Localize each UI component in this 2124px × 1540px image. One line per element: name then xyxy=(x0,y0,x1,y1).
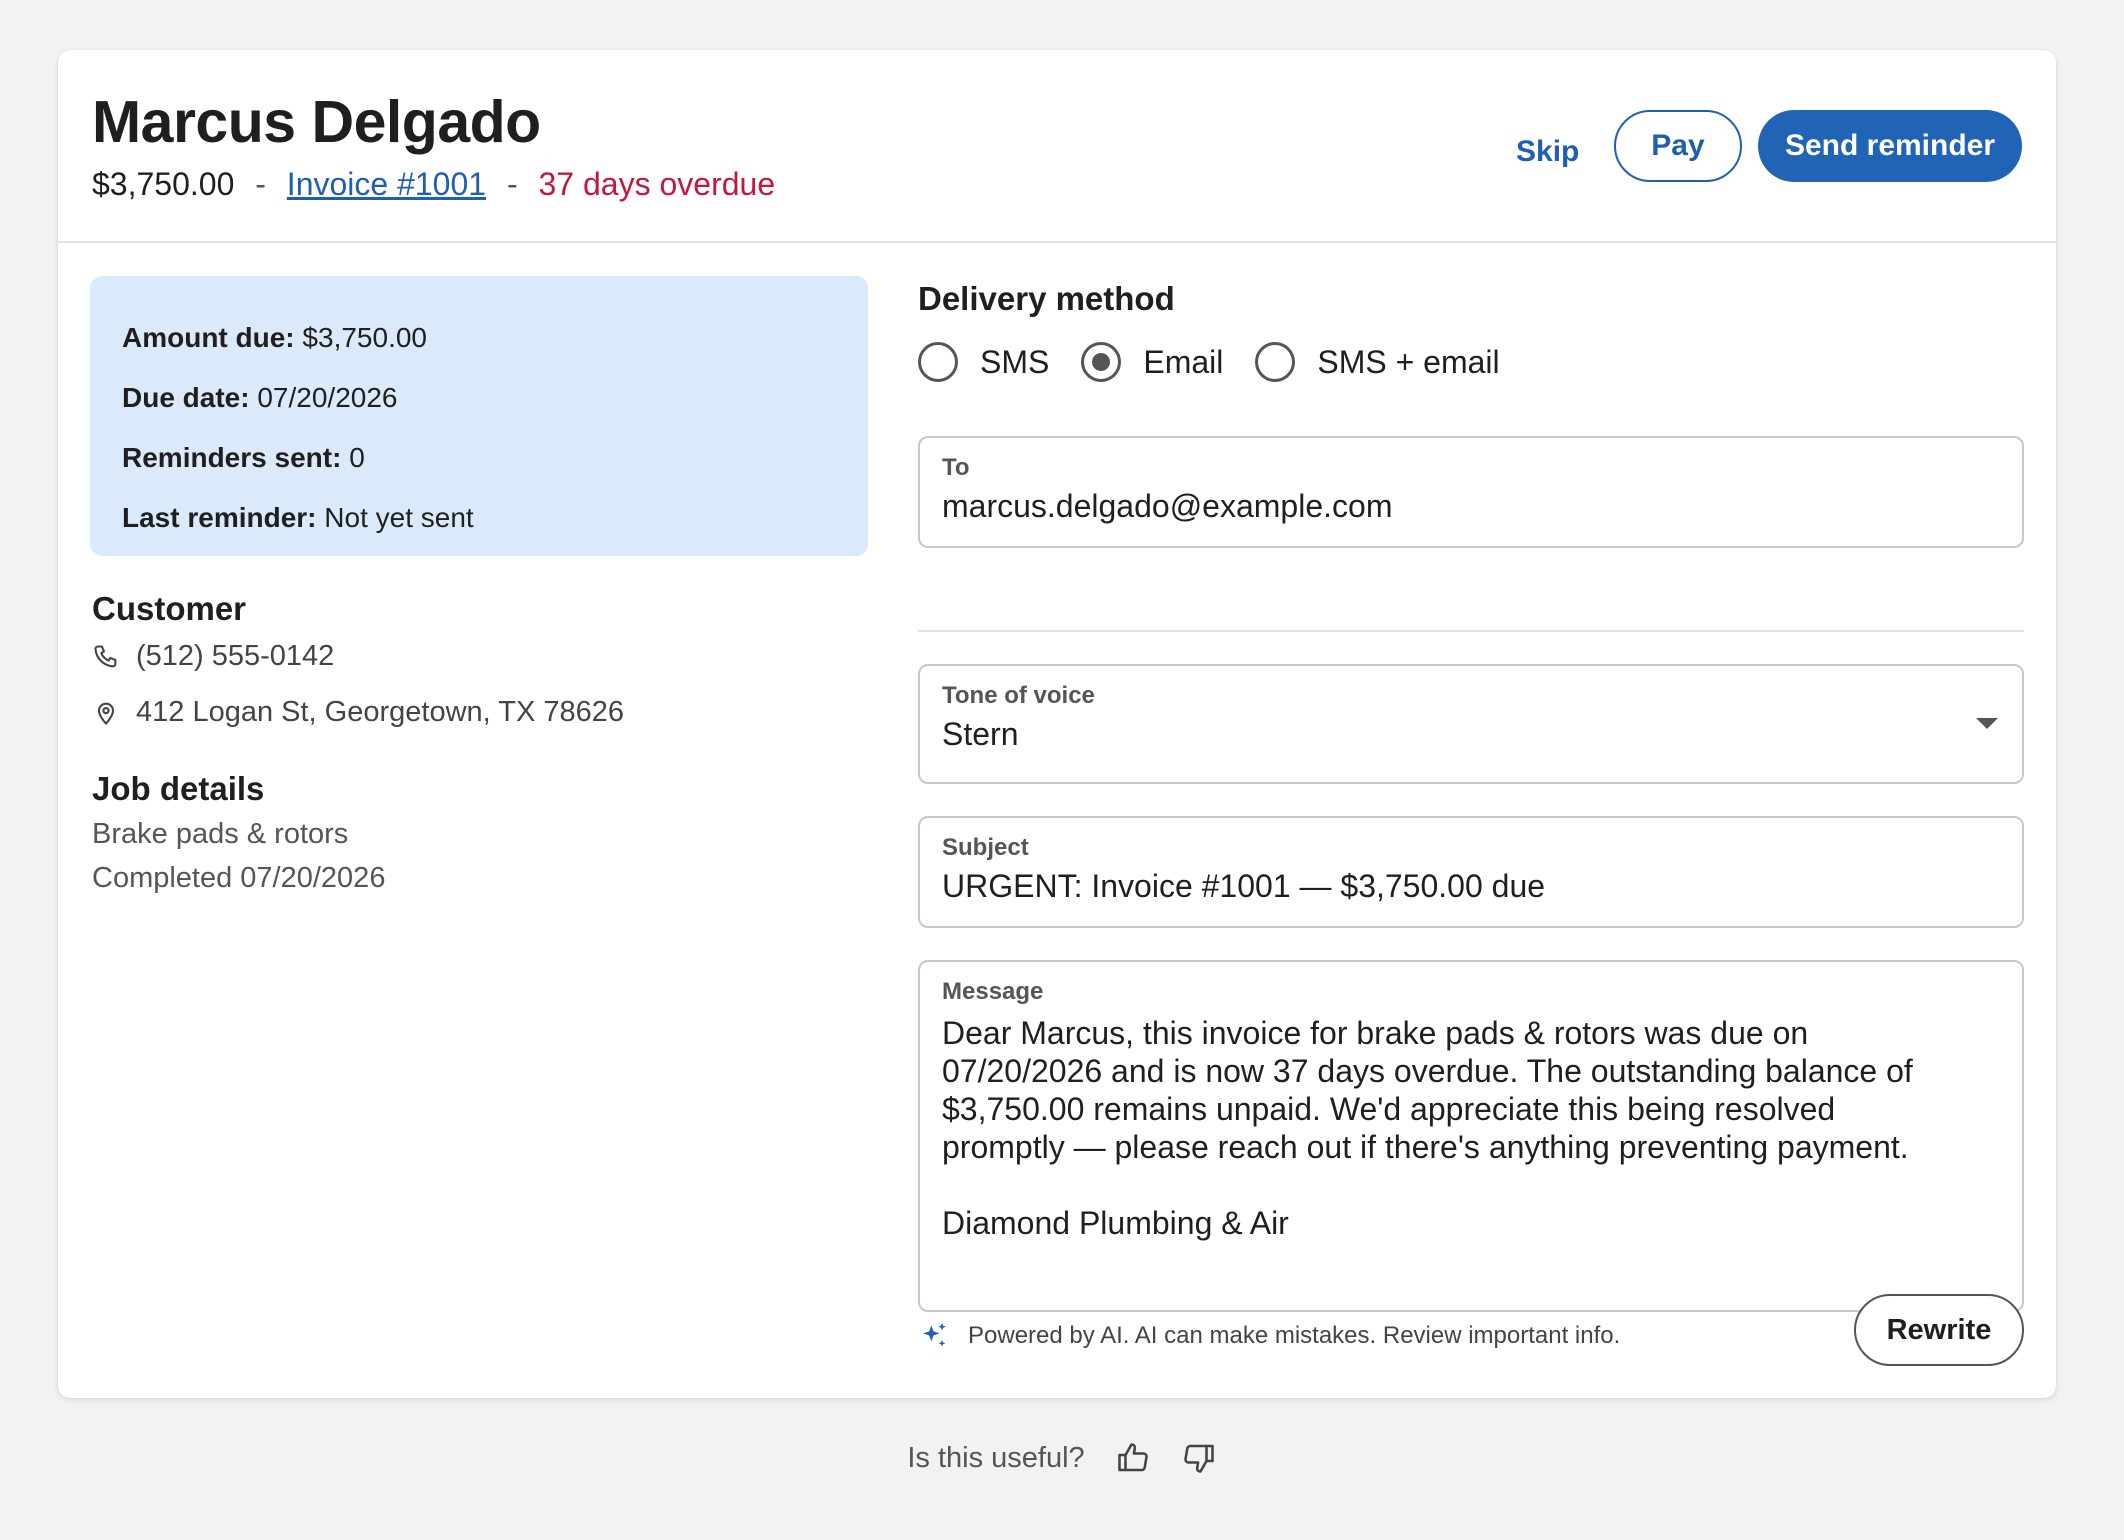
subject-field[interactable]: Subject URGENT: Invoice #1001 — $3,750.0… xyxy=(918,816,2024,928)
amount-due-value: $3,750.00 xyxy=(302,322,427,353)
job-details-title: Job details xyxy=(92,770,265,807)
location-pin-icon xyxy=(92,699,120,727)
send-reminder-button[interactable]: Send reminder xyxy=(1758,110,2022,182)
due-date-value: 07/20/2026 xyxy=(257,382,398,413)
pay-button[interactable]: Pay xyxy=(1614,110,1742,182)
delivery-method-title: Delivery method xyxy=(918,280,1175,317)
amount-due-label: Amount due: xyxy=(122,322,295,353)
tone-of-voice-select[interactable]: Tone of voice Stern xyxy=(918,664,2024,784)
last-reminder-row: Last reminder: Not yet sent xyxy=(122,488,836,548)
sparkle-icon xyxy=(918,1320,950,1352)
message-label: Message xyxy=(942,978,1044,1005)
to-label: To xyxy=(942,454,970,481)
reminders-sent-row: Reminders sent: 0 xyxy=(122,428,836,488)
customer-section-title: Customer xyxy=(92,590,247,627)
feedback-bar: Is this useful? xyxy=(0,1440,2124,1476)
invoice-meta: $3,750.00 - Invoice #1001 - 37 days over… xyxy=(92,166,775,203)
skip-button[interactable]: Skip xyxy=(1506,122,1589,182)
amount-due-row: Amount due: $3,750.00 xyxy=(122,308,836,368)
reminder-card: Marcus Delgado $3,750.00 - Invoice #1001… xyxy=(58,50,2056,1398)
thumbs-up-icon[interactable] xyxy=(1115,1440,1151,1476)
subject-label: Subject xyxy=(942,834,1029,861)
last-reminder-label: Last reminder: xyxy=(122,502,317,533)
divider xyxy=(918,630,2024,632)
message-field[interactable]: Message Dear Marcus, this invoice for br… xyxy=(918,960,2024,1312)
radio-sms-email[interactable]: SMS + email xyxy=(1255,342,1500,382)
radio-sms[interactable]: SMS xyxy=(918,342,1049,382)
separator: - xyxy=(506,166,518,202)
overdue-status: 37 days overdue xyxy=(538,166,776,202)
phone-number: (512) 555-0142 xyxy=(136,640,335,672)
due-date-row: Due date: 07/20/2026 xyxy=(122,368,836,428)
reminders-sent-value: 0 xyxy=(349,442,365,473)
phone-icon xyxy=(92,643,120,671)
radio-button[interactable] xyxy=(1255,342,1296,382)
ai-disclaimer: Powered by AI. AI can make mistakes. Rev… xyxy=(918,1320,1620,1352)
separator: - xyxy=(255,166,266,202)
radio-button-selected[interactable] xyxy=(1081,342,1122,382)
customer-phone: (512) 555-0142 xyxy=(92,640,334,673)
subject-value[interactable]: URGENT: Invoice #1001 — $3,750.00 due xyxy=(942,868,2000,905)
to-value[interactable]: marcus.delgado@example.com xyxy=(942,488,2000,525)
message-textarea[interactable]: Dear Marcus, this invoice for brake pads… xyxy=(942,1014,2000,1242)
radio-button[interactable] xyxy=(918,342,958,382)
reminders-sent-label: Reminders sent: xyxy=(122,442,342,473)
invoice-summary: Amount due: $3,750.00 Due date: 07/20/20… xyxy=(90,276,868,556)
invoice-link[interactable]: Invoice #1001 xyxy=(287,166,486,202)
card-header: Marcus Delgado $3,750.00 - Invoice #1001… xyxy=(58,50,2056,243)
tone-label: Tone of voice xyxy=(942,682,1095,709)
address-text: 412 Logan St, Georgetown, TX 78626 xyxy=(136,696,624,728)
last-reminder-value: Not yet sent xyxy=(324,502,474,533)
customer-address: 412 Logan St, Georgetown, TX 78626 xyxy=(92,696,624,729)
radio-email[interactable]: Email xyxy=(1081,342,1223,382)
radio-label: Email xyxy=(1143,343,1224,380)
invoice-amount: $3,750.00 xyxy=(92,166,235,202)
job-description: Brake pads & rotors xyxy=(92,818,349,850)
thumbs-down-icon[interactable] xyxy=(1181,1440,1217,1476)
delivery-method-radio-group: SMS Email SMS + email xyxy=(918,342,1532,382)
radio-label: SMS xyxy=(980,343,1050,380)
job-completed-date: Completed 07/20/2026 xyxy=(92,862,386,894)
to-field[interactable]: To marcus.delgado@example.com xyxy=(918,436,2024,548)
radio-label: SMS + email xyxy=(1317,343,1500,380)
customer-name: Marcus Delgado xyxy=(92,89,541,155)
due-date-label: Due date: xyxy=(122,382,250,413)
ai-disclaimer-text: Powered by AI. AI can make mistakes. Rev… xyxy=(968,1322,1621,1349)
chevron-down-icon[interactable] xyxy=(1976,718,1998,729)
rewrite-button[interactable]: Rewrite xyxy=(1854,1294,2024,1366)
feedback-question: Is this useful? xyxy=(907,1441,1085,1474)
tone-value[interactable]: Stern xyxy=(942,716,2000,753)
